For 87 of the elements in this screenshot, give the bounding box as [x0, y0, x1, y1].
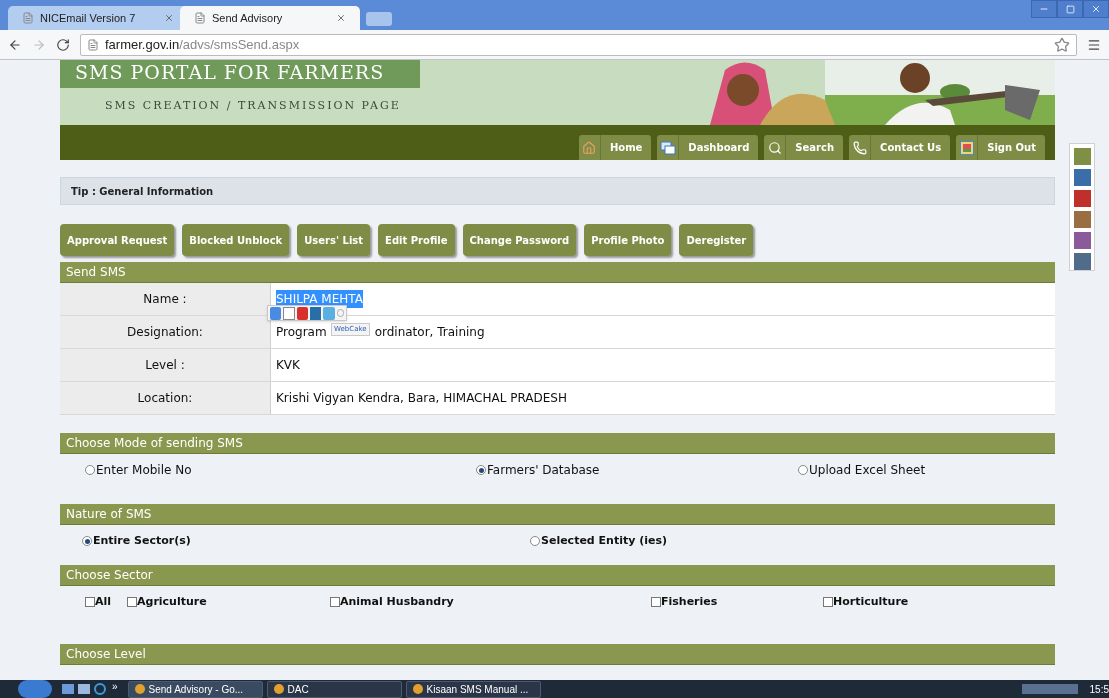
radio-button[interactable]: [476, 465, 486, 475]
taskbar-task[interactable]: Send Advisory - Go...: [127, 680, 263, 698]
address-bar[interactable]: farmer.gov.in/advs/smsSend.aspx: [80, 33, 1077, 56]
taskbar-task[interactable]: DAC: [266, 680, 402, 698]
color-swatch[interactable]: [1073, 190, 1091, 207]
radio-button[interactable]: [798, 465, 808, 475]
checkbox[interactable]: [127, 597, 137, 607]
minimize-button[interactable]: [1031, 0, 1057, 18]
more-chevron[interactable]: »: [112, 678, 118, 694]
option-label: Agriculture: [137, 593, 207, 610]
nav-button[interactable]: Dashboard: [657, 135, 759, 160]
section-header: Nature of SMS: [60, 504, 1055, 525]
nav-button[interactable]: Sign Out: [956, 135, 1045, 160]
action-button[interactable]: Change Password: [462, 224, 577, 256]
portal-subtitle: SMS CREATION / TRANSMISSION PAGE: [104, 98, 402, 114]
nav-button[interactable]: Contact Us: [849, 135, 951, 160]
menu-icon[interactable]: [1087, 37, 1101, 52]
nav-button[interactable]: Search: [764, 135, 844, 160]
field-label: Level :: [60, 349, 271, 381]
phone-icon: [852, 140, 867, 155]
option-label: Fisheries: [661, 593, 718, 610]
tip-bar: Tip : General Information: [60, 177, 1055, 205]
field-label: Designation:: [60, 316, 271, 348]
option-label: Animal Husbandry: [340, 593, 454, 610]
radio-button[interactable]: [82, 536, 92, 546]
window-switch-icon[interactable]: [78, 684, 90, 694]
tab-title: NICEmail Version 7: [40, 10, 137, 26]
windows-icon: [659, 140, 676, 155]
field-value: Program: [276, 324, 327, 341]
color-swatch[interactable]: [1073, 169, 1091, 186]
option-label: Horticulture: [833, 593, 909, 610]
close-icon[interactable]: [336, 13, 346, 23]
color-swatch[interactable]: [1073, 211, 1091, 228]
close-icon[interactable]: [164, 13, 174, 23]
back-icon[interactable]: [8, 37, 22, 52]
taskbar-task[interactable]: Kisaan SMS Manual ...: [405, 680, 541, 698]
restore-icon: [1065, 4, 1075, 14]
option-label: Farmers' Database: [487, 462, 600, 479]
section-header: Choose Level: [60, 644, 1055, 665]
field-value: ordinator, Training: [374, 324, 485, 341]
page-icon: [22, 12, 34, 24]
action-button[interactable]: Users' List: [297, 224, 371, 256]
field-value: KVK: [276, 357, 300, 374]
close-window-button[interactable]: [1083, 0, 1109, 18]
section-header: Choose Mode of sending SMS: [60, 433, 1055, 454]
nav-button[interactable]: Home: [578, 135, 652, 160]
section-header: Choose Sector: [60, 565, 1055, 586]
page-icon: [194, 12, 206, 24]
search-icon: [767, 140, 782, 155]
browser-icon[interactable]: [94, 683, 106, 695]
color-swatch[interactable]: [1073, 232, 1091, 249]
url-text: farmer.gov.in/advs/smsSend.aspx: [105, 35, 300, 54]
action-button[interactable]: Deregister: [679, 224, 754, 256]
page-icon: [87, 38, 99, 51]
field-value: SHILPA MEHTA: [276, 290, 363, 308]
color-swatch[interactable]: [1073, 148, 1091, 165]
restore-button[interactable]: [1057, 0, 1083, 18]
option-label: Selected Entity (ies): [541, 532, 668, 549]
home-icon: [582, 140, 597, 155]
radio-button[interactable]: [530, 536, 540, 546]
action-button[interactable]: Blocked Unblock: [182, 224, 290, 256]
checkbox[interactable]: [330, 597, 340, 607]
field-label: Location:: [60, 382, 271, 414]
option-label: Upload Excel Sheet: [809, 462, 926, 479]
browser-tab[interactable]: Send Advisory: [180, 6, 360, 30]
action-button[interactable]: Edit Profile: [378, 224, 455, 256]
option-label: Entire Sector(s): [93, 532, 191, 549]
action-button[interactable]: Approval Request: [60, 224, 175, 256]
image-icon: [959, 140, 974, 155]
start-button[interactable]: [18, 680, 52, 698]
clock: 15:5: [1089, 682, 1109, 697]
radio-button[interactable]: [85, 465, 95, 475]
tab-title: Send Advisory: [212, 10, 284, 26]
section-header: Send SMS: [60, 262, 1055, 283]
action-button[interactable]: Profile Photo: [584, 224, 672, 256]
checkbox[interactable]: [823, 597, 833, 607]
field-value: Krishi Vigyan Kendra, Bara, HIMACHAL PRADESH: [276, 390, 567, 407]
checkbox[interactable]: [651, 597, 661, 607]
checkbox[interactable]: [85, 597, 95, 607]
color-swatch[interactable]: [1073, 253, 1091, 270]
option-label: All: [95, 593, 112, 610]
field-label: Name :: [60, 283, 271, 315]
reload-icon[interactable]: [56, 37, 70, 52]
option-label: Enter Mobile No: [96, 462, 192, 479]
portal-title: SMS PORTAL FOR FARMERS: [60, 60, 420, 88]
close-icon: [1091, 4, 1101, 14]
bookmark-star-icon[interactable]: [1054, 36, 1070, 53]
